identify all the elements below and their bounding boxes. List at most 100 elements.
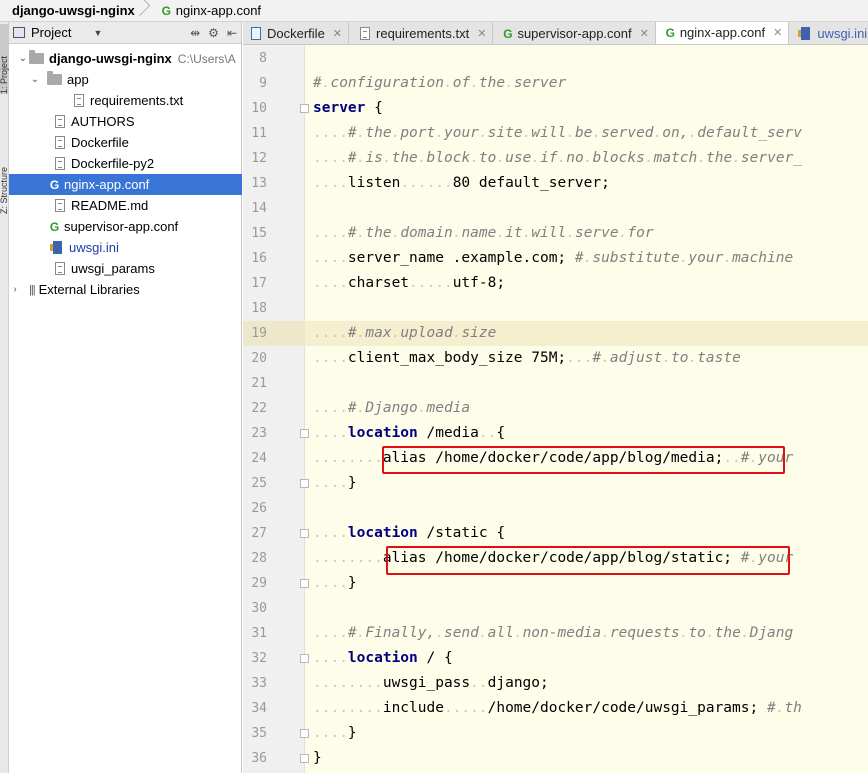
line-number: 24 <box>251 451 267 466</box>
code-line[interactable]: ....} <box>313 571 357 596</box>
fold-marker-icon[interactable] <box>300 654 309 663</box>
tree-item-dockerfile-py2[interactable]: Dockerfile-py2 <box>9 153 242 174</box>
code-line[interactable]: ....server_name .example.com; #.substitu… <box>313 246 793 271</box>
structure-tool-tab[interactable]: Z: Structure <box>0 134 9 214</box>
tree-item-label: Dockerfile-py2 <box>71 156 155 171</box>
tab-dockerfile[interactable]: Dockerfile ✕ <box>243 22 350 44</box>
line-number: 32 <box>251 651 267 666</box>
tree-item-nginx-app-conf[interactable]: G nginx-app.conf <box>9 174 242 195</box>
chevron-down-icon[interactable]: ⌄ <box>17 53 29 64</box>
line-number: 22 <box>251 401 267 416</box>
code-line[interactable]: ....location / { <box>313 646 453 671</box>
hide-panel-icon[interactable]: ⇤ <box>227 26 237 40</box>
collapse-all-icon[interactable]: ⇹ <box>190 26 200 40</box>
tab-label: supervisor-app.conf <box>517 26 632 41</box>
tree-item-app[interactable]: ⌄ app <box>9 69 242 90</box>
tree-item-requirements[interactable]: requirements.txt <box>9 90 242 111</box>
tab-nginx-app-conf[interactable]: G nginx-app.conf ✕ <box>655 22 790 44</box>
gear-icon[interactable]: ⚙ <box>208 26 219 40</box>
chevron-right-icon[interactable]: › <box>9 284 21 295</box>
line-number: 14 <box>251 201 267 216</box>
tab-requirements[interactable]: requirements.txt ✕ <box>349 22 494 44</box>
breadcrumb-file[interactable]: G nginx-app.conf <box>148 0 266 21</box>
code-editor[interactable]: 8 9 10 11 12 13 14 15 16 17 18 19 20 21 22 23 24 25 26 27 28… <box>243 45 868 773</box>
tab-label: nginx-app.conf <box>679 25 766 40</box>
code-line[interactable]: #.configuration.of.the.server <box>313 71 566 96</box>
tree-item-label: supervisor-app.conf <box>64 219 179 234</box>
tree-item-external-libraries[interactable]: › ||| External Libraries <box>9 279 242 300</box>
fold-marker-icon[interactable] <box>300 104 309 113</box>
line-number: 31 <box>251 626 267 641</box>
line-number: 25 <box>251 476 267 491</box>
line-number: 9 <box>259 76 267 91</box>
line-number: 26 <box>251 501 267 516</box>
breadcrumb-file-label: nginx-app.conf <box>175 3 262 18</box>
code-line[interactable]: ........include...../home/docker/code/uw… <box>313 696 802 721</box>
text-file-icon <box>55 157 65 170</box>
code-line[interactable]: ....#.is.the.block.to.use.if.no.blocks.m… <box>313 146 802 171</box>
tree-item-uwsgi-params[interactable]: uwsgi_params <box>9 258 242 279</box>
line-number: 28 <box>251 551 267 566</box>
tab-label: uwsgi.ini <box>817 26 868 41</box>
code-line[interactable]: } <box>313 746 322 771</box>
code-line[interactable]: ....#.max.upload.size <box>313 321 496 346</box>
chevron-down-icon[interactable]: ▼ <box>93 28 102 38</box>
folder-icon <box>47 71 62 85</box>
tree-item-uwsgi-ini[interactable]: uwsgi.ini <box>9 237 242 258</box>
line-number: 29 <box>251 576 267 591</box>
fold-marker-icon[interactable] <box>300 429 309 438</box>
line-number: 11 <box>251 126 267 141</box>
nginx-file-icon: G <box>161 3 171 18</box>
code-line[interactable]: ....#.Finally,.send.all.non-media.reques… <box>313 621 793 646</box>
fold-marker-icon[interactable] <box>300 729 309 738</box>
line-number: 10 <box>251 101 267 116</box>
code-line[interactable]: ....} <box>313 721 357 746</box>
line-number: 18 <box>251 301 267 316</box>
project-tool-tab[interactable]: 1: Project <box>0 24 9 94</box>
fold-marker-icon[interactable] <box>300 479 309 488</box>
highlight-box-static-alias <box>386 546 790 575</box>
code-line[interactable]: ....listen......80 default_server; <box>313 171 610 196</box>
tab-uwsgi-ini[interactable]: uwsgi.ini <box>789 22 868 44</box>
code-line[interactable]: ....#.the.port.your.site.will.be.served.… <box>313 121 802 146</box>
close-icon[interactable]: ✕ <box>640 27 649 40</box>
close-icon[interactable]: ✕ <box>333 27 342 40</box>
line-number: 27 <box>251 526 267 541</box>
tree-item-root[interactable]: ⌄ django-uwsgi-nginx C:\Users\A <box>9 48 242 69</box>
nginx-file-icon: G <box>503 26 513 41</box>
tab-label: requirements.txt <box>376 26 470 41</box>
tree-item-authors[interactable]: AUTHORS <box>9 111 242 132</box>
tree-item-supervisor-app-conf[interactable]: G supervisor-app.conf <box>9 216 242 237</box>
tree-item-label: uwsgi.ini <box>69 240 119 255</box>
code-line[interactable]: ....location /static { <box>313 521 505 546</box>
folder-icon <box>29 50 44 64</box>
tree-item-readme[interactable]: README.md <box>9 195 242 216</box>
breadcrumb-separator <box>140 0 148 21</box>
chevron-down-icon[interactable]: ⌄ <box>29 74 41 85</box>
code-line[interactable]: ....#.Django.media <box>313 396 470 421</box>
code-line[interactable]: server { <box>313 96 383 121</box>
code-line[interactable]: ........uwsgi_pass..django; <box>313 671 549 696</box>
fold-marker-icon[interactable] <box>300 754 309 763</box>
code-line[interactable]: ....} <box>313 471 357 496</box>
line-number: 15 <box>251 226 267 241</box>
project-panel: Project ▼ ⇹ ⚙ ⇤ ⌄ django-uwsgi-nginx C:\… <box>9 22 242 773</box>
close-icon[interactable]: ✕ <box>773 26 782 39</box>
code-line[interactable]: ....location /media..{ <box>313 421 505 446</box>
line-number: 20 <box>251 351 267 366</box>
tab-supervisor-app-conf[interactable]: G supervisor-app.conf ✕ <box>493 22 656 44</box>
ini-file-icon <box>50 241 62 254</box>
close-icon[interactable]: ✕ <box>477 27 486 40</box>
tree-item-dockerfile[interactable]: Dockerfile <box>9 132 242 153</box>
code-line[interactable]: ....charset.....utf-8; <box>313 271 505 296</box>
tree-item-label: uwsgi_params <box>71 261 155 276</box>
breadcrumb-project[interactable]: django-uwsgi-nginx <box>0 0 140 21</box>
fold-marker-icon[interactable] <box>300 579 309 588</box>
line-number: 8 <box>259 51 267 66</box>
code-line[interactable]: ....client_max_body_size 75M;...#.adjust… <box>313 346 741 371</box>
fold-marker-icon[interactable] <box>300 529 309 538</box>
project-panel-title[interactable]: Project <box>31 25 71 40</box>
editor-tab-bar: Dockerfile ✕ requirements.txt ✕ G superv… <box>243 22 868 45</box>
code-line[interactable]: ....#.the.domain.name.it.will.serve.for <box>313 221 654 246</box>
root-path: C:\Users\A <box>177 51 236 66</box>
